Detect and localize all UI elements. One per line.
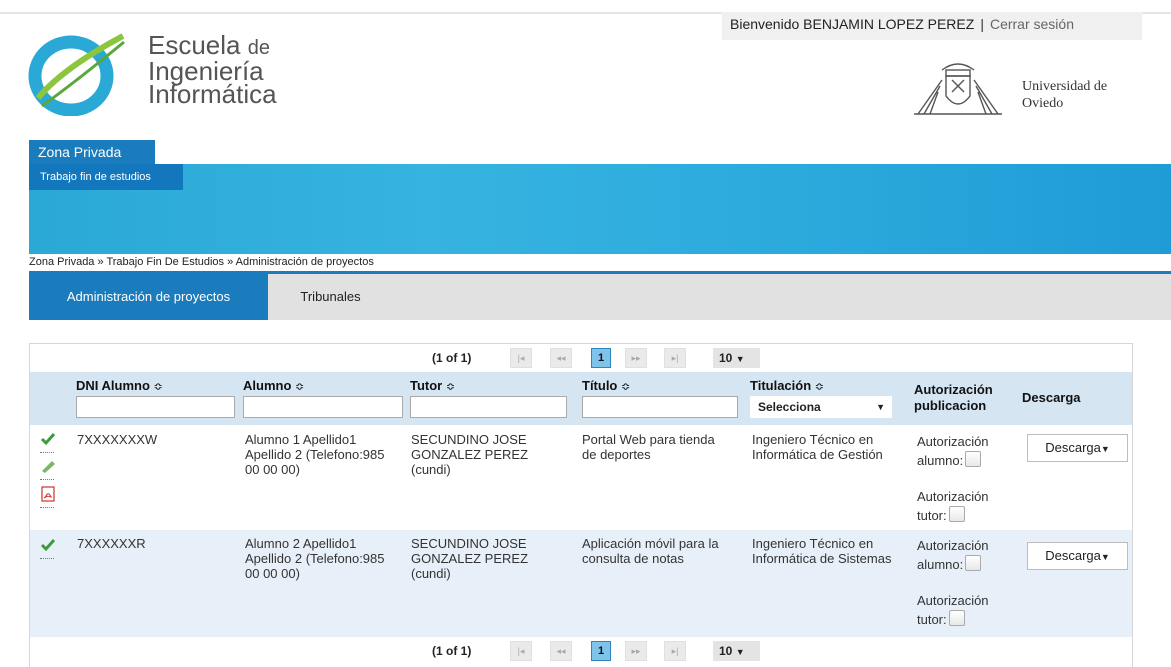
university-crest-icon xyxy=(914,63,1002,115)
divider xyxy=(40,507,54,508)
divider xyxy=(40,558,54,559)
sort-icon: ≎ xyxy=(814,381,824,393)
sort-icon: ≎ xyxy=(621,381,631,393)
separator: | xyxy=(980,16,984,32)
cell-tutor: SECUNDINO JOSE GONZALEZ PEREZ (cundi) xyxy=(411,432,529,477)
download-button[interactable]: Descarga▼ xyxy=(1027,434,1128,462)
tab-administracion-proyectos[interactable]: Administración de proyectos xyxy=(29,274,268,320)
logout-link[interactable]: Cerrar sesión xyxy=(990,16,1074,32)
download-label: Descarga xyxy=(1045,440,1101,455)
breadcrumb: Zona Privada » Trabajo Fin De Estudios »… xyxy=(29,256,374,268)
cell-tutor: SECUNDINO JOSE GONZALEZ PEREZ (cundi) xyxy=(411,536,529,581)
page-count: (1 of 1) xyxy=(432,644,472,658)
next-page-button[interactable]: ▸▸ xyxy=(625,348,647,368)
col-titulo[interactable]: Título ≎ xyxy=(582,378,630,393)
rows-per-page-value: 10 xyxy=(719,351,733,365)
col-dni[interactable]: DNI Alumno ≎ xyxy=(76,378,163,393)
prev-page-button[interactable]: ◂◂ xyxy=(550,641,572,661)
auth-tutor-checkbox[interactable] xyxy=(948,610,965,626)
cell-titulacion: Ingeniero Técnico en Informática de Sist… xyxy=(752,536,892,566)
col-descarga: Descarga xyxy=(1022,390,1081,405)
divider xyxy=(40,479,54,480)
welcome-text: Bienvenido BENJAMIN LOPEZ PEREZ xyxy=(730,16,975,32)
rows-per-page-select[interactable]: 10 ▼ xyxy=(713,348,760,368)
row-icons xyxy=(40,432,56,510)
rows-per-page-select[interactable]: 10 ▼ xyxy=(713,641,760,661)
next-page-button[interactable]: ▸▸ xyxy=(625,641,647,661)
titulacion-filter-select[interactable]: Selecciona ▼ xyxy=(750,396,892,418)
divider xyxy=(40,452,54,453)
cell-titulo: Aplicación móvil para la consulta de not… xyxy=(582,536,719,566)
logo-line3: Informática xyxy=(148,79,277,109)
sort-icon: ≎ xyxy=(153,381,163,393)
university-line1: Universidad de xyxy=(1022,79,1108,94)
edit-icon[interactable] xyxy=(40,459,56,473)
cell-alumno: Alumno 2 Apellido1 Apellido 2 (Telefono:… xyxy=(245,536,385,581)
page-count: (1 of 1) xyxy=(432,351,472,365)
school-name: Escuela de Ingeniería Informática xyxy=(148,32,277,109)
auth-alumno: Autorización alumno: xyxy=(917,432,1007,470)
university-line2: Oviedo xyxy=(1022,96,1064,111)
user-bar: Bienvenido BENJAMIN LOPEZ PEREZ | Cerrar s… xyxy=(722,12,1142,40)
auth-alumno-checkbox[interactable] xyxy=(965,555,982,571)
check-icon[interactable] xyxy=(40,432,56,446)
col-dni-label: DNI Alumno xyxy=(76,378,150,393)
tab-zona-privada[interactable]: Zona Privada xyxy=(29,140,155,164)
cell-titulacion: Ingeniero Técnico en Informática de Gest… xyxy=(752,432,883,462)
auth-alumno: Autorización alumno: xyxy=(917,536,1007,574)
prev-page-button[interactable]: ◂◂ xyxy=(550,348,572,368)
tab-trabajo-fin-estudios[interactable]: Trabajo fin de estudios xyxy=(29,164,183,190)
caret-down-icon: ▼ xyxy=(1100,552,1110,562)
rows-per-page-value: 10 xyxy=(719,644,733,658)
cell-alumno: Alumno 1 Apellido1 Apellido 2 (Telefono:… xyxy=(245,432,385,477)
tutor-filter-input[interactable] xyxy=(410,396,567,418)
titulacion-filter-value: Selecciona xyxy=(758,400,821,414)
col-autorizacion: Autorización publicacion xyxy=(914,382,993,413)
paginator-bottom: (1 of 1) |◂ ◂◂ 1 ▸▸ ▸| 10 ▼ xyxy=(30,637,1132,667)
auth-tutor: Autorización tutor: xyxy=(917,487,1007,525)
cell-titulo: Portal Web para tienda de deportes xyxy=(582,432,715,462)
col-alumno-label: Alumno xyxy=(243,378,292,393)
check-icon[interactable] xyxy=(40,538,56,552)
auth-alumno-checkbox[interactable] xyxy=(965,451,982,467)
download-button[interactable]: Descarga▼ xyxy=(1027,542,1128,570)
page-1-button[interactable]: 1 xyxy=(591,641,611,661)
alumno-filter-input[interactable] xyxy=(243,396,403,418)
col-tutor[interactable]: Tutor ≎ xyxy=(410,378,455,393)
col-tutor-label: Tutor xyxy=(410,378,443,393)
university-name: Universidad de Oviedo xyxy=(1022,78,1107,112)
dropdown-arrow-icon: ▼ xyxy=(735,647,745,657)
auth-tutor-checkbox[interactable] xyxy=(948,506,965,522)
last-page-button[interactable]: ▸| xyxy=(664,641,686,661)
first-page-button[interactable]: |◂ xyxy=(510,348,532,368)
table-row: 7XXXXXXR Alumno 2 Apellido1 Apellido 2 (… xyxy=(30,530,1132,637)
auth-tutor: Autorización tutor: xyxy=(917,591,1007,629)
col-alumno[interactable]: Alumno ≎ xyxy=(243,378,304,393)
titulo-filter-input[interactable] xyxy=(582,396,738,418)
col-titulo-label: Título xyxy=(582,378,618,393)
banner xyxy=(29,164,1171,254)
col-titulacion[interactable]: Titulación ≎ xyxy=(750,378,824,393)
sort-icon: ≎ xyxy=(445,381,456,393)
col-titulacion-label: Titulación xyxy=(750,378,812,393)
sort-icon: ≎ xyxy=(295,381,305,393)
last-page-button[interactable]: ▸| xyxy=(664,348,686,368)
tab-tribunales[interactable]: Tribunales xyxy=(268,274,393,320)
pdf-icon[interactable] xyxy=(40,486,56,502)
dropdown-arrow-icon: ▼ xyxy=(876,402,885,412)
cell-dni: 7XXXXXXXW xyxy=(77,432,158,447)
cell-dni: 7XXXXXXR xyxy=(77,536,146,551)
table-row: 7XXXXXXXW Alumno 1 Apellido1 Apellido 2 … xyxy=(30,426,1132,530)
download-label: Descarga xyxy=(1045,548,1101,563)
paginator-top: (1 of 1) |◂ ◂◂ 1 ▸▸ ▸| 10 ▼ xyxy=(30,344,1132,372)
caret-down-icon: ▼ xyxy=(1100,444,1110,454)
dropdown-arrow-icon: ▼ xyxy=(735,354,745,364)
school-logo-icon xyxy=(28,33,125,116)
dni-filter-input[interactable] xyxy=(76,396,235,418)
row-icons xyxy=(40,538,56,562)
page-1-button[interactable]: 1 xyxy=(591,348,611,368)
table-header: DNI Alumno ≎ Alumno ≎ Tutor ≎ Título ≎ T… xyxy=(30,372,1132,425)
first-page-button[interactable]: |◂ xyxy=(510,641,532,661)
